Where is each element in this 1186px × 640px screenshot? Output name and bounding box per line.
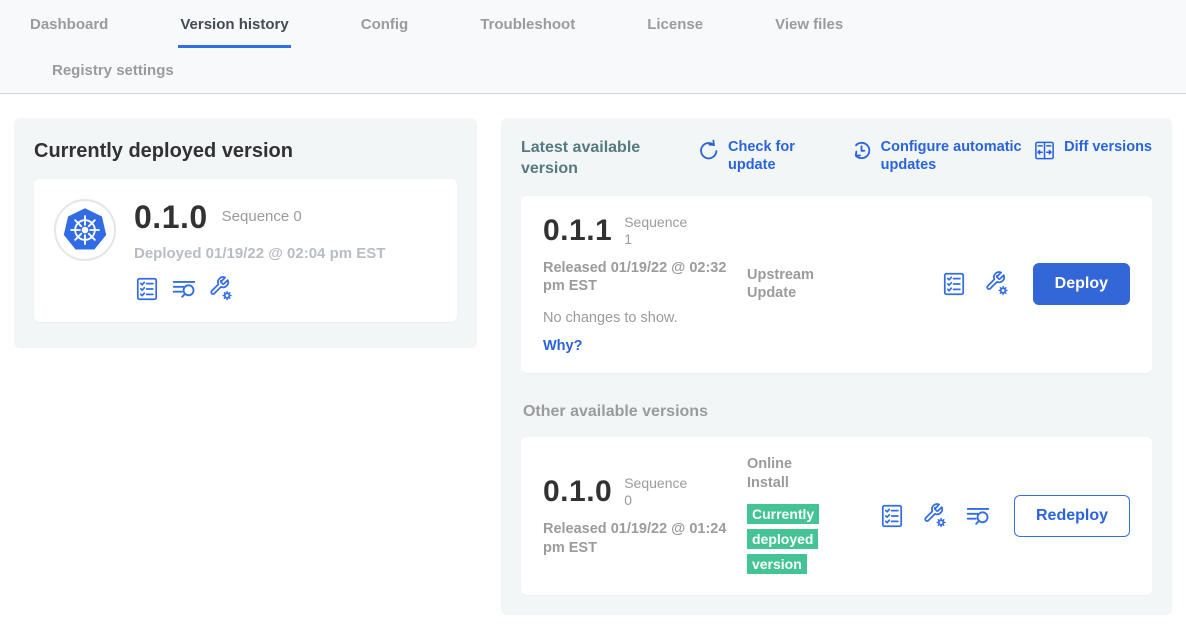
latest-version-info: 0.1.1 Sequence 1 Released 01/19/22 @ 02:… — [543, 214, 741, 356]
tab-license[interactable]: License — [645, 12, 705, 48]
main-content: Currently deployed version 0.1.0 Sequenc… — [0, 94, 1186, 639]
auto-updates-icon — [850, 139, 873, 162]
deploy-button[interactable]: Deploy — [1033, 263, 1130, 305]
latest-version-number: 0.1.1 — [543, 216, 612, 246]
tab-view-files[interactable]: View files — [773, 12, 845, 48]
tab-dashboard[interactable]: Dashboard — [28, 12, 110, 48]
updates-header-links: Check for update Configure automatic upd… — [673, 138, 1152, 174]
tab-version-history[interactable]: Version history — [178, 12, 290, 48]
tab-registry-settings[interactable]: Registry settings — [50, 58, 176, 79]
primary-tabs: Dashboard Version history Config Trouble… — [0, 12, 1186, 48]
check-for-update-label: Check for update — [728, 138, 804, 174]
tab-config[interactable]: Config — [359, 12, 410, 48]
other-versions-header: Other available versions — [523, 403, 1152, 421]
other-version-info: 0.1.0 Sequence 0 Released 01/19/22 @ 01:… — [543, 475, 741, 558]
latest-source-label: Upstream Update — [747, 266, 837, 304]
preflight-checks-icon[interactable] — [941, 271, 967, 297]
deployed-badge-wrap: Currently deployed version — [747, 503, 839, 577]
preflight-checks-icon[interactable] — [134, 276, 160, 302]
check-update-icon — [697, 139, 720, 162]
latest-released-timestamp: Released 01/19/22 @ 02:32 pm EST — [543, 259, 733, 297]
diff-versions-link[interactable]: Diff versions — [1033, 138, 1152, 162]
configure-auto-updates-label: Configure automatic updates — [881, 138, 1034, 174]
latest-version-actions: Deploy — [941, 263, 1130, 305]
no-changes-note: No changes to show. — [543, 310, 741, 326]
other-released-timestamp: Released 01/19/22 @ 01:24 pm EST — [543, 520, 733, 558]
deployed-timestamp: Deployed 01/19/22 @ 02:04 pm EST — [134, 245, 385, 262]
latest-source-column: Upstream Update — [747, 266, 879, 304]
edit-config-icon[interactable] — [208, 276, 234, 302]
why-link[interactable]: Why? — [543, 338, 582, 354]
redeploy-button[interactable]: Redeploy — [1014, 495, 1130, 537]
deployed-version-number: 0.1.0 — [134, 201, 208, 233]
deploy-logs-icon[interactable] — [965, 503, 991, 529]
edit-config-icon[interactable] — [984, 271, 1010, 297]
kubernetes-logo-icon — [54, 199, 116, 261]
other-version-card: 0.1.0 Sequence 0 Released 01/19/22 @ 01:… — [521, 437, 1152, 595]
latest-sequence-label: Sequence 1 — [624, 214, 696, 249]
secondary-tabs: Registry settings — [0, 48, 1186, 93]
currently-deployed-panel: Currently deployed version 0.1.0 Sequenc… — [14, 118, 477, 348]
other-version-number: 0.1.0 — [543, 477, 612, 507]
preflight-checks-icon[interactable] — [879, 503, 905, 529]
deployed-action-icons — [134, 276, 385, 302]
diff-versions-icon — [1033, 139, 1056, 162]
latest-available-title: Latest available version — [521, 138, 673, 180]
configure-auto-updates-link[interactable]: Configure automatic updates — [850, 138, 1034, 174]
other-source-column: Online Install Currently deployed versio… — [747, 455, 879, 577]
deployed-sequence-label: Sequence 0 — [222, 208, 302, 227]
deployed-version-card: 0.1.0 Sequence 0 Deployed 01/19/22 @ 02:… — [34, 179, 457, 322]
edit-config-icon[interactable] — [922, 503, 948, 529]
latest-version-card: 0.1.1 Sequence 1 Released 01/19/22 @ 02:… — [521, 196, 1152, 374]
available-updates-panel: Latest available version Check for updat… — [501, 118, 1172, 615]
other-version-actions: Redeploy — [879, 495, 1130, 537]
diff-versions-label: Diff versions — [1064, 138, 1152, 156]
top-navigation: Dashboard Version history Config Trouble… — [0, 0, 1186, 94]
currently-deployed-badge: Currently deployed version — [747, 504, 819, 574]
currently-deployed-title: Currently deployed version — [34, 140, 457, 163]
deployed-version-info: 0.1.0 Sequence 0 Deployed 01/19/22 @ 02:… — [134, 199, 385, 302]
deploy-logs-icon[interactable] — [171, 276, 197, 302]
updates-header: Latest available version Check for updat… — [521, 138, 1152, 180]
check-for-update-link[interactable]: Check for update — [697, 138, 804, 174]
other-source-label: Online Install — [747, 455, 837, 493]
other-sequence-label: Sequence 0 — [624, 475, 696, 510]
tab-troubleshoot[interactable]: Troubleshoot — [478, 12, 577, 48]
